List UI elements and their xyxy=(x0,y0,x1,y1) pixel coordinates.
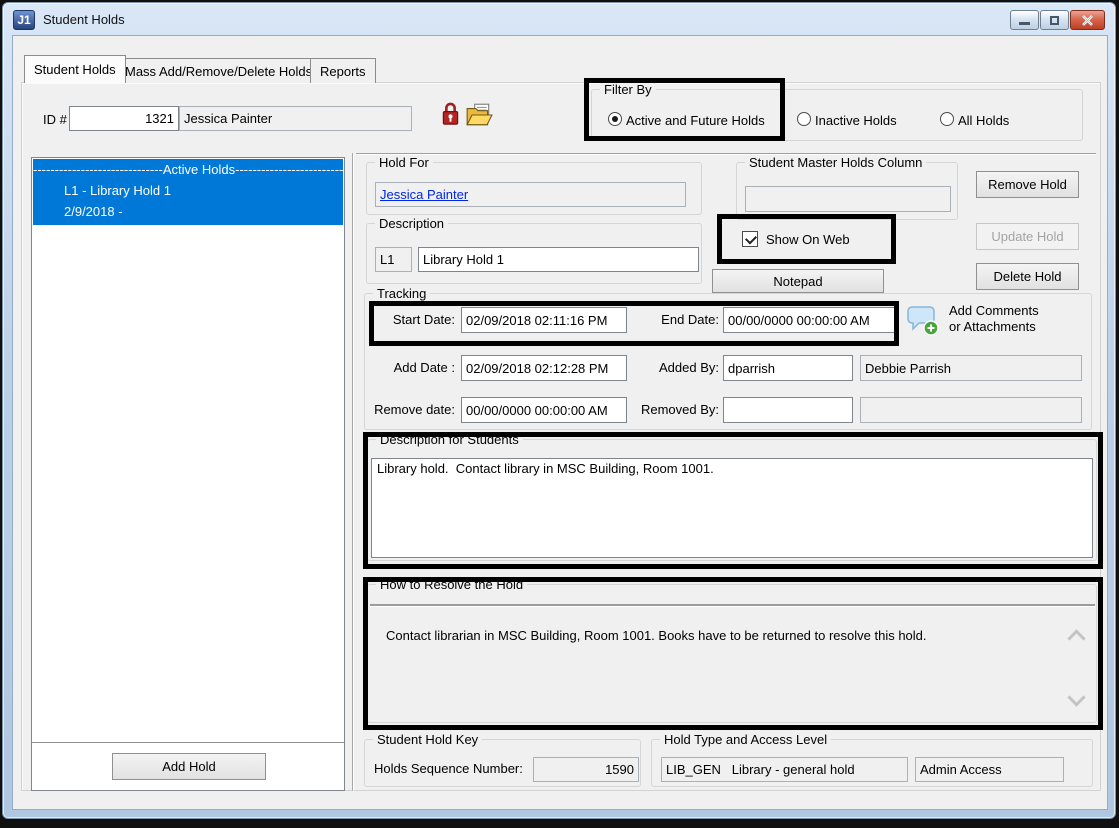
holds-sequence-number-field: 1590 xyxy=(533,757,639,782)
student-name-field: Jessica Painter xyxy=(179,106,412,131)
holds-sequence-number-label: Holds Sequence Number: xyxy=(374,761,523,776)
chevron-down-icon[interactable] xyxy=(1067,688,1085,706)
filter-by-group: Filter By Active and Future Holds Inacti… xyxy=(591,89,1083,141)
maximize-button[interactable] xyxy=(1040,10,1069,30)
update-hold-button[interactable]: Update Hold xyxy=(976,223,1079,250)
chevron-up-icon[interactable] xyxy=(1067,629,1085,647)
radio-all-holds[interactable] xyxy=(940,112,954,126)
filter-by-legend: Filter By xyxy=(600,82,656,97)
lock-icon[interactable] xyxy=(441,101,460,127)
student-hold-key-legend: Student Hold Key xyxy=(373,732,482,747)
holds-list-group-header: ------------------------------Active Hol… xyxy=(33,159,343,180)
added-by-field[interactable]: dparrish xyxy=(723,355,853,381)
radio-label-all-holds: All Holds xyxy=(958,113,1009,128)
show-on-web-label: Show On Web xyxy=(766,232,850,247)
minimize-button[interactable] xyxy=(1010,10,1039,30)
hold-for-group: Hold For Jessica Painter xyxy=(366,162,702,215)
end-date-label: End Date: xyxy=(635,312,719,327)
close-button[interactable] xyxy=(1070,10,1105,30)
panel-separator xyxy=(352,153,353,791)
student-master-holds-column-legend: Student Master Holds Column xyxy=(745,155,926,170)
student-hold-key-group: Student Hold Key Holds Sequence Number: … xyxy=(364,739,641,787)
close-icon xyxy=(1081,15,1094,26)
comment-add-icon[interactable] xyxy=(907,304,939,336)
j1-logo-text: J1 xyxy=(17,13,30,27)
hold-for-link[interactable]: Jessica Painter xyxy=(380,187,468,202)
description-text-field[interactable]: Library Hold 1 xyxy=(418,247,699,272)
how-to-resolve-group: How to Resolve the Hold Contact libraria… xyxy=(367,584,1097,723)
description-legend: Description xyxy=(375,216,448,231)
tab-label: Student Holds xyxy=(34,62,116,77)
minimize-icon xyxy=(1019,22,1030,25)
student-id-field[interactable]: 1321 xyxy=(69,106,179,131)
maximize-icon xyxy=(1050,16,1059,25)
description-for-students-legend: Description for Students xyxy=(376,432,523,447)
folder-open-icon[interactable] xyxy=(465,103,493,127)
add-date-field[interactable]: 02/09/2018 02:12:28 PM xyxy=(461,355,627,381)
add-comments-line1: Add Comments xyxy=(949,303,1039,319)
radio-label-active-and-future-holds: Active and Future Holds xyxy=(626,113,765,128)
remove-date-field[interactable]: 00/00/0000 00:00:00 AM xyxy=(461,397,627,423)
app-window: J1 Student Holds Student Holds Mass Add/… xyxy=(2,2,1116,819)
title-bar: J1 Student Holds xyxy=(3,3,1115,35)
start-date-label: Start Date: xyxy=(367,312,455,327)
tab-reports[interactable]: Reports xyxy=(310,58,376,83)
student-master-holds-column-group: Student Master Holds Column xyxy=(736,162,958,220)
holds-list-footer: Add Hold xyxy=(32,742,344,790)
hold-item-title: L1 - Library Hold 1 xyxy=(33,180,343,201)
holds-list[interactable]: ------------------------------Active Hol… xyxy=(31,157,345,791)
how-to-resolve-legend: How to Resolve the Hold xyxy=(376,577,527,592)
added-by-name-field: Debbie Parrish xyxy=(860,355,1082,381)
tracking-legend: Tracking xyxy=(373,286,430,301)
removed-by-name-field xyxy=(860,397,1082,423)
radio-label-inactive-holds: Inactive Holds xyxy=(815,113,897,128)
add-hold-button[interactable]: Add Hold xyxy=(112,753,266,780)
start-date-field[interactable]: 02/09/2018 02:11:16 PM xyxy=(461,307,627,333)
notepad-button[interactable]: Notepad xyxy=(712,269,884,293)
hold-for-legend: Hold For xyxy=(375,155,433,170)
hold-type-legend: Hold Type and Access Level xyxy=(660,732,831,747)
radio-inactive-holds[interactable] xyxy=(797,112,811,126)
removed-by-field[interactable] xyxy=(723,397,853,423)
access-level-field: Admin Access xyxy=(915,757,1064,782)
how-to-resolve-textarea: Contact librarian in MSC Building, Room … xyxy=(370,604,1095,722)
end-date-field[interactable]: 00/00/0000 00:00:00 AM xyxy=(723,307,895,333)
window-title: Student Holds xyxy=(43,12,125,27)
j1-app-icon: J1 xyxy=(13,10,35,30)
tab-label: Reports xyxy=(320,64,366,79)
added-by-label: Added By: xyxy=(635,360,719,375)
description-for-students-group: Description for Students Library hold. C… xyxy=(367,439,1097,561)
hold-item-date: 2/9/2018 - xyxy=(33,201,343,222)
remove-hold-button[interactable]: Remove Hold xyxy=(976,171,1079,198)
hold-type-group: Hold Type and Access Level LIB_GEN Libra… xyxy=(651,739,1093,787)
detail-top-divider xyxy=(356,153,1096,155)
hold-type-field: LIB_GEN Library - general hold xyxy=(661,757,908,782)
tab-student-holds[interactable]: Student Holds xyxy=(24,55,126,83)
removed-by-label: Removed By: xyxy=(629,402,719,417)
screenshot-root: J1 Student Holds Student Holds Mass Add/… xyxy=(0,0,1119,828)
remove-date-label: Remove date: xyxy=(361,402,455,417)
add-comments-label: Add Comments or Attachments xyxy=(949,303,1039,335)
delete-hold-button[interactable]: Delete Hold xyxy=(976,263,1079,290)
show-on-web-checkbox[interactable] xyxy=(742,231,758,247)
description-for-students-textarea[interactable]: Library hold. Contact library in MSC Bui… xyxy=(371,458,1093,558)
how-to-resolve-text: Contact librarian in MSC Building, Room … xyxy=(386,628,1055,643)
window-client: Student Holds Mass Add/Remove/Delete Hol… xyxy=(12,35,1108,810)
id-label: ID # xyxy=(43,112,67,127)
tab-mass-add-remove-delete-holds[interactable]: Mass Add/Remove/Delete Holds xyxy=(115,58,322,83)
description-code-field: L1 xyxy=(375,247,412,272)
tab-label: Mass Add/Remove/Delete Holds xyxy=(125,64,312,79)
holds-list-selected-item[interactable]: ------------------------------Active Hol… xyxy=(33,159,343,225)
add-date-label: Add Date : xyxy=(367,360,455,375)
radio-active-and-future-holds[interactable] xyxy=(608,112,622,126)
add-comments-line2: or Attachments xyxy=(949,319,1039,335)
student-master-holds-column-field xyxy=(745,186,951,212)
description-group: Description L1 Library Hold 1 xyxy=(366,223,702,284)
tracking-group: Tracking Start Date: 02/09/2018 02:11:16… xyxy=(364,293,1092,430)
